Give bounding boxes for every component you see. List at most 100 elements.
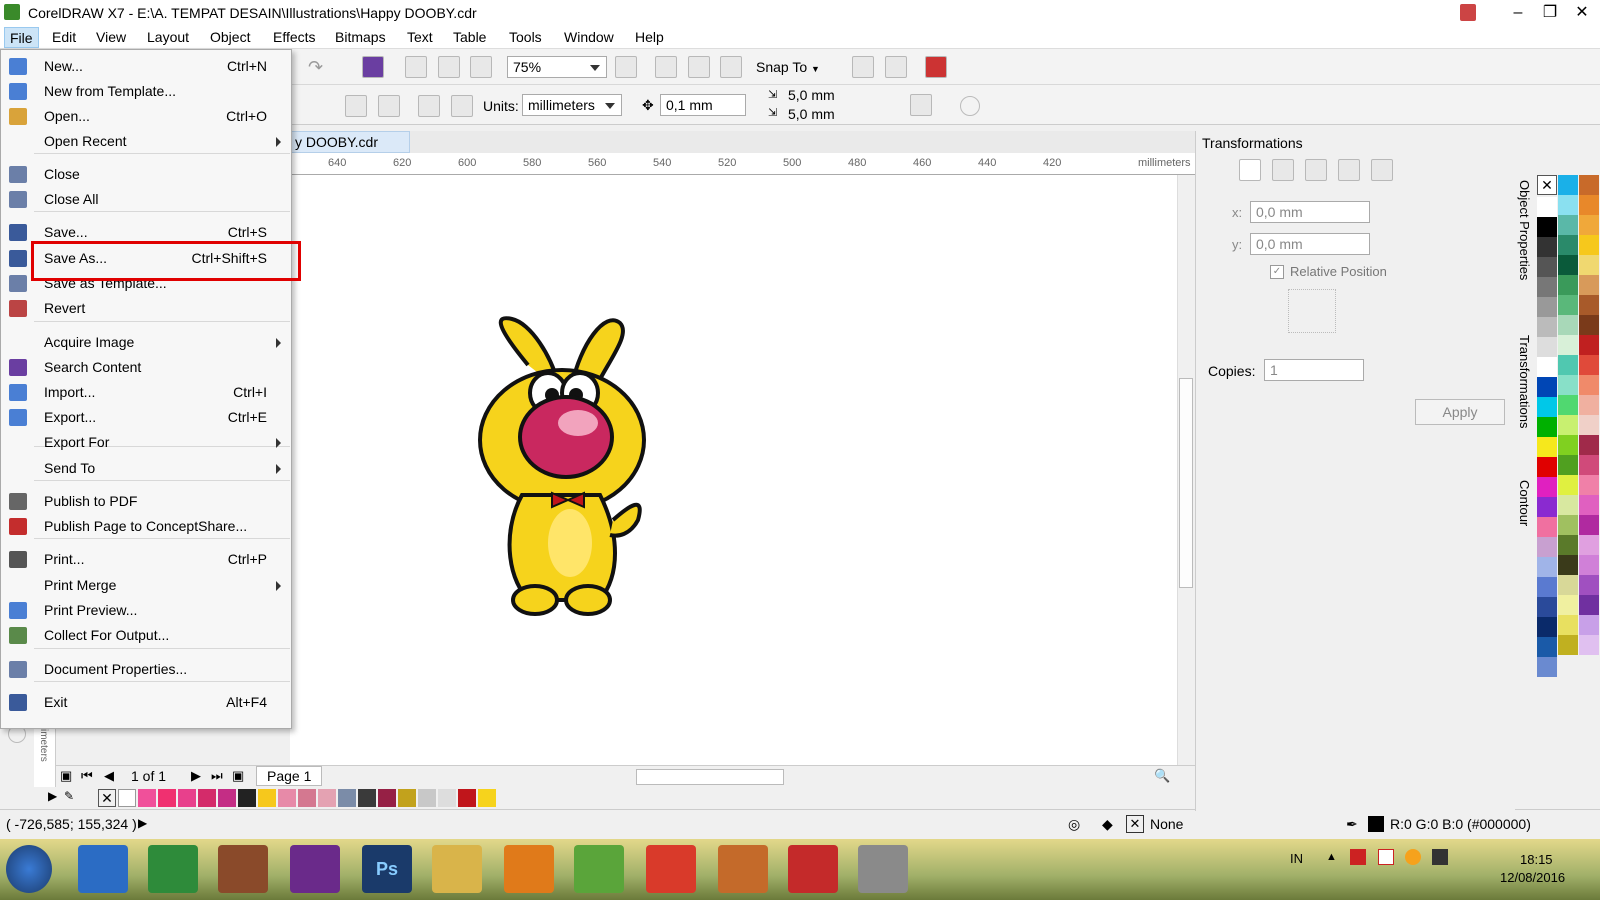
nudge-distance-field[interactable]: 0,1 mm: [660, 94, 746, 116]
color-swatch[interactable]: [278, 789, 296, 807]
color-swatch[interactable]: [238, 789, 256, 807]
copies-field[interactable]: 1: [1264, 359, 1364, 381]
color-swatch[interactable]: [1537, 357, 1557, 377]
color-swatch[interactable]: [1558, 375, 1578, 395]
color-swatch[interactable]: [1537, 277, 1557, 297]
menu-effects[interactable]: Effects: [273, 29, 316, 45]
zoom-level-select[interactable]: 75%: [507, 56, 607, 78]
snipping-tool-icon[interactable]: [858, 845, 908, 893]
color-swatch[interactable]: [1537, 537, 1557, 557]
color-swatch[interactable]: [1558, 535, 1578, 555]
menu-help[interactable]: Help: [635, 29, 664, 45]
horizontal-scroll-thumb[interactable]: [636, 769, 784, 785]
menu-item-revert[interactable]: Revert: [1, 296, 291, 320]
color-swatch[interactable]: [1537, 637, 1557, 657]
color-swatch[interactable]: [1558, 455, 1578, 475]
color-swatch[interactable]: [1537, 617, 1557, 637]
snap-to-dropdown[interactable]: Snap To ▼: [756, 59, 820, 75]
position-icon[interactable]: [1239, 159, 1261, 181]
drawing-canvas[interactable]: [290, 175, 1195, 765]
color-swatch[interactable]: [1537, 257, 1557, 277]
user-icon[interactable]: [1460, 4, 1476, 21]
color-swatch[interactable]: [1579, 455, 1599, 475]
color-swatch[interactable]: [1537, 377, 1557, 397]
color-swatch[interactable]: [1558, 175, 1578, 195]
color-swatch[interactable]: [1558, 635, 1578, 655]
publish-pdf-icon[interactable]: [470, 56, 492, 78]
flash-icon[interactable]: [788, 845, 838, 893]
menu-item-open-recent[interactable]: Open Recent: [1, 129, 291, 153]
menu-item-import[interactable]: Import... Ctrl+I: [1, 380, 291, 404]
circle-icon[interactable]: [960, 96, 980, 116]
color-swatch[interactable]: [218, 789, 236, 807]
menu-item-print-preview[interactable]: Print Preview...: [1, 598, 291, 622]
color-swatch[interactable]: [1537, 337, 1557, 357]
color-swatch[interactable]: [1579, 595, 1599, 615]
color-swatch[interactable]: [1537, 477, 1557, 497]
archive-icon[interactable]: [290, 845, 340, 893]
application-launcher-icon[interactable]: [885, 56, 907, 78]
menu-item-exit[interactable]: Exit Alt+F4: [1, 690, 291, 714]
menu-item-publish-page-to-conceptshare[interactable]: Publish Page to ConceptShare...: [1, 514, 291, 538]
corel-active-icon[interactable]: [574, 845, 624, 893]
color-swatch[interactable]: [1537, 497, 1557, 517]
show-rulers-icon[interactable]: [655, 56, 677, 78]
color-swatch[interactable]: [1558, 615, 1578, 635]
menu-bitmaps[interactable]: Bitmaps: [335, 29, 386, 45]
color-swatch[interactable]: [1558, 435, 1578, 455]
color-swatch[interactable]: [378, 789, 396, 807]
color-swatch[interactable]: [138, 789, 156, 807]
color-swatch[interactable]: [1537, 397, 1557, 417]
color-swatch[interactable]: [1579, 235, 1599, 255]
menu-item-publish-to-pdf[interactable]: Publish to PDF: [1, 489, 291, 513]
import-icon[interactable]: [405, 56, 427, 78]
color-swatch[interactable]: [1558, 335, 1578, 355]
menu-item-search-content[interactable]: Search Content: [1, 355, 291, 379]
color-swatch[interactable]: [1558, 215, 1578, 235]
color-swatch[interactable]: [1558, 515, 1578, 535]
portrait-icon[interactable]: [345, 95, 367, 117]
color-swatch[interactable]: [1558, 415, 1578, 435]
menu-edit[interactable]: Edit: [52, 29, 76, 45]
clock-time[interactable]: 18:15: [1520, 852, 1553, 867]
color-swatch[interactable]: [1537, 297, 1557, 317]
anchor-grid[interactable]: [1288, 289, 1336, 333]
show-guidelines-icon[interactable]: [720, 56, 742, 78]
menu-text[interactable]: Text: [407, 29, 433, 45]
full-screen-icon[interactable]: [615, 56, 637, 78]
color-swatch[interactable]: [1579, 495, 1599, 515]
file-explorer-icon[interactable]: [432, 845, 482, 893]
color-swatch[interactable]: [1558, 495, 1578, 515]
palette-arrow-icon[interactable]: ▶: [48, 789, 57, 803]
menu-table[interactable]: Table: [453, 29, 486, 45]
color-swatch[interactable]: [1558, 355, 1578, 375]
tab-object-properties[interactable]: Object Properties: [1517, 180, 1532, 280]
duplicate-x-value[interactable]: 5,0 mm: [788, 87, 835, 103]
add-page-end-icon[interactable]: ▣: [232, 768, 244, 784]
menu-item-close[interactable]: Close: [1, 162, 291, 186]
duplicate-y-value[interactable]: 5,0 mm: [788, 106, 835, 122]
current-page-icon[interactable]: [451, 95, 473, 117]
close-button[interactable]: ✕: [1566, 0, 1598, 25]
color-swatch[interactable]: [1579, 535, 1599, 555]
menu-item-export-for[interactable]: Export For: [1, 430, 291, 454]
coreldraw-taskbar-icon[interactable]: [148, 845, 198, 893]
vertical-scroll-thumb[interactable]: [1179, 378, 1193, 588]
menu-item-open[interactable]: Open... Ctrl+O: [1, 104, 291, 128]
color-swatch[interactable]: [1579, 175, 1599, 195]
flag-icon[interactable]: [1378, 849, 1394, 865]
color-swatch[interactable]: [1579, 375, 1599, 395]
color-swatch[interactable]: [418, 789, 436, 807]
color-swatch[interactable]: [1579, 255, 1599, 275]
color-swatch[interactable]: [338, 789, 356, 807]
color-swatch[interactable]: [1558, 235, 1578, 255]
menu-item-print[interactable]: Print... Ctrl+P: [1, 547, 291, 571]
color-swatch[interactable]: [1558, 555, 1578, 575]
page-tab[interactable]: Page 1: [256, 766, 323, 786]
last-page-icon[interactable]: ⏭: [211, 768, 223, 784]
tray-arrow-icon[interactable]: ▲: [1326, 851, 1337, 863]
color-swatch[interactable]: [1537, 417, 1557, 437]
color-swatch[interactable]: [1537, 317, 1557, 337]
color-swatch[interactable]: [1579, 415, 1599, 435]
menu-item-new[interactable]: New... Ctrl+N: [1, 54, 291, 78]
